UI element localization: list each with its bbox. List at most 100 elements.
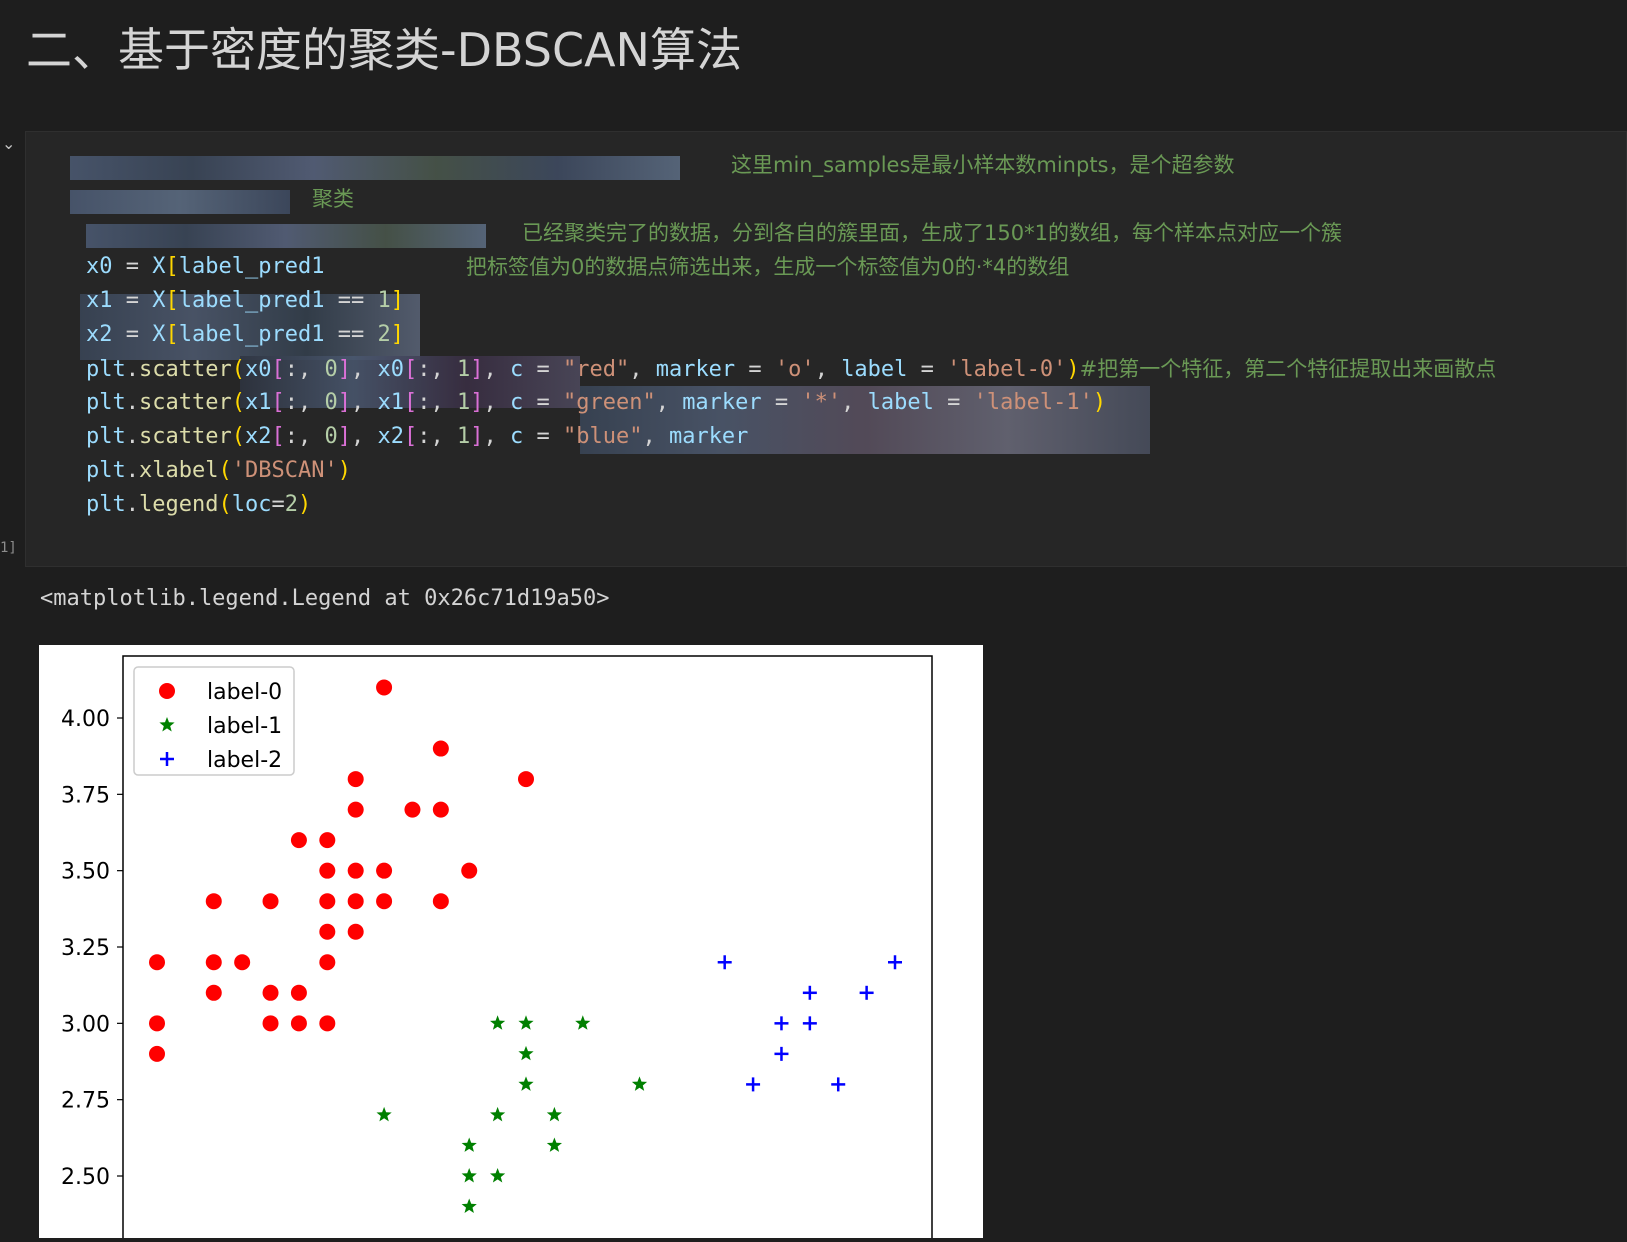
code-token: = <box>271 492 285 517</box>
data-point-label-1 <box>518 1045 534 1061</box>
data-point-label-0 <box>234 954 251 971</box>
data-point-label-0 <box>262 1015 279 1032</box>
code-token: = <box>933 390 974 415</box>
code-token: == <box>324 288 378 313</box>
data-point-label-0 <box>149 1015 165 1032</box>
code-token: xlabel <box>139 458 219 483</box>
data-point-label-0 <box>290 832 307 849</box>
code-token: :, <box>417 390 457 415</box>
code-line: x2 = X[label_pred1 == 2] <box>86 318 1496 352</box>
chart-svg: 2.50 2.75 3.00 3.25 3.50 3.75 4.00 label-0 label… <box>61 655 933 1242</box>
code-token: x0 <box>86 254 113 279</box>
code-token: "red" <box>562 357 630 382</box>
code-token: , <box>483 424 510 449</box>
collapse-chevron-icon[interactable]: ⌄ <box>2 134 15 153</box>
code-line: plt.legend(loc=2) <box>86 488 1496 522</box>
code-token: = <box>112 254 153 279</box>
code-token: [ <box>165 288 179 313</box>
code-token: , <box>629 357 656 382</box>
code-token: ) <box>337 458 351 483</box>
data-point-label-1 <box>518 1076 534 1091</box>
code-token: x1 <box>86 288 113 313</box>
data-point-label-1 <box>518 1015 534 1030</box>
code-token: 'DBSCAN' <box>231 458 338 483</box>
code-token: , <box>350 390 378 415</box>
code-token: :, <box>284 424 325 449</box>
legend-label: label-2 <box>207 748 282 773</box>
code-token: = <box>523 357 563 382</box>
code-token: c <box>509 390 524 415</box>
code-token: . <box>125 492 139 517</box>
legend-label: label-1 <box>207 714 282 739</box>
code-token: 1 <box>456 424 471 449</box>
code-token: "green" <box>562 390 656 415</box>
code-token: x1 <box>377 390 404 415</box>
code-token: 1 <box>456 357 471 382</box>
code-comment: 已经聚类完了的数据，分到各自的簇里面，生成了150*1的数组，每个样本点对应一个… <box>522 221 1342 245</box>
code-token: == <box>324 322 378 347</box>
data-point-label-2 <box>746 1077 761 1092</box>
code-token: = <box>523 390 563 415</box>
y-tick-label: 3.75 <box>61 783 110 808</box>
code-token: [ <box>271 390 285 415</box>
code-token: , <box>655 390 683 415</box>
code-token: 0 <box>324 424 338 449</box>
data-point-label-0 <box>347 862 364 879</box>
data-point-label-0 <box>461 862 478 879</box>
y-tick-label: 2.75 <box>61 1089 110 1114</box>
code-token: ( <box>231 424 245 449</box>
code-token: 0 <box>324 357 338 382</box>
code-token: . <box>125 357 139 382</box>
code-token: ] <box>390 288 404 313</box>
code-token: '*' <box>801 390 842 415</box>
data-point-label-2 <box>717 955 732 970</box>
legend-label: label-0 <box>207 680 282 705</box>
code-token: , <box>483 390 510 415</box>
code-token: X <box>152 288 166 313</box>
data-point-label-2 <box>802 1016 817 1031</box>
code-token: [ <box>165 322 179 347</box>
data-point-label-0 <box>432 893 449 910</box>
code-token: plt <box>86 492 126 517</box>
code-token: . <box>125 424 139 449</box>
code-token: , <box>642 424 669 449</box>
code-token: x0 <box>377 357 404 382</box>
code-token: ] <box>337 390 351 415</box>
data-point-label-0 <box>376 862 393 879</box>
code-comment: 把标签值为0的数据点筛选出来，生成一个标签值为0的·*4的数组 <box>466 255 1070 279</box>
code-token: [ <box>271 357 285 382</box>
code-token: X <box>152 254 166 279</box>
code-line: 已经聚类完了的数据，分到各自的簇里面，生成了150*1的数组，每个样本点对应一个… <box>86 216 1496 250</box>
data-point-label-0 <box>205 893 222 910</box>
code-token: 'label-1' <box>973 390 1093 415</box>
code-token: label_pred1 <box>178 322 325 347</box>
code-token: marker <box>668 424 749 449</box>
code-token: 1 <box>377 288 391 313</box>
data-point-label-1 <box>631 1076 648 1091</box>
code-line: plt.xlabel('DBSCAN') <box>86 454 1496 488</box>
code-token: x2 <box>377 424 404 449</box>
code-token: = <box>523 424 563 449</box>
code-token: :, <box>417 357 457 382</box>
code-token: [ <box>403 424 418 449</box>
code-token: c <box>509 357 524 382</box>
code-line: plt.scatter(x1[:, 0], x1[:, 1], c = "gre… <box>86 386 1496 420</box>
code-token: 2 <box>284 492 298 517</box>
code-token: [ <box>271 424 285 449</box>
data-point-label-0 <box>262 984 279 1001</box>
code-token: plt <box>86 458 126 483</box>
data-point-label-1 <box>546 1106 562 1122</box>
data-point-label-0 <box>319 893 336 910</box>
data-point-label-1 <box>490 1106 506 1122</box>
data-point-label-0 <box>347 923 364 940</box>
code-token: x0 <box>244 357 272 382</box>
y-tick-label: 3.00 <box>61 1012 110 1037</box>
code-line: plt.scatter(x2[:, 0], x2[:, 1], c = "blu… <box>86 420 1496 454</box>
code-token: 0 <box>324 390 338 415</box>
y-tick-label: 3.50 <box>61 860 110 885</box>
code-token: , <box>483 357 510 382</box>
code-token: , <box>350 424 378 449</box>
code-editor[interactable]: 这里min_samples是最小样本数minpts，是个超参数 聚类 已经聚类完了的… <box>86 148 1496 522</box>
code-token: , <box>814 357 842 382</box>
code-token: ( <box>231 357 245 382</box>
